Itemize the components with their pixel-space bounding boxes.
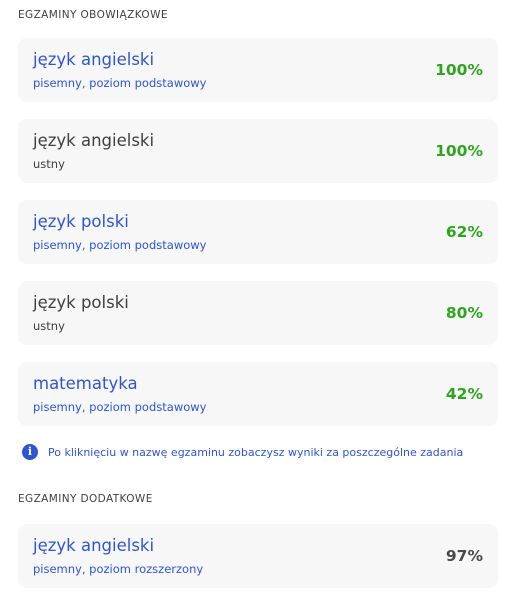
exam-name: język angielski xyxy=(33,131,155,150)
exam-card-polish-written[interactable]: język polski pisemny, poziom podstawowy … xyxy=(18,200,498,264)
exam-detail: pisemny, poziom podstawowy xyxy=(33,238,207,252)
exam-name-link[interactable]: język polski xyxy=(33,211,129,233)
additional-exams-heading: EGZAMINY DODATKOWE xyxy=(18,493,153,505)
exam-detail: pisemny, poziom podstawowy xyxy=(33,76,207,90)
exam-detail: ustny xyxy=(33,157,65,171)
exam-detail: pisemny, poziom rozszerzony xyxy=(33,562,204,576)
exam-card-math-written[interactable]: matematyka pisemny, poziom podstawowy 42… xyxy=(18,362,498,426)
info-icon: i xyxy=(22,444,38,460)
exam-card-english-extended[interactable]: język angielski pisemny, poziom rozszerz… xyxy=(18,524,498,588)
exam-card-english-oral: język angielski ustny 100% xyxy=(18,119,498,183)
exam-score: 62% xyxy=(445,223,483,241)
exam-detail: pisemny, poziom podstawowy xyxy=(33,400,207,414)
exam-score: 42% xyxy=(445,385,483,403)
info-text: Po kliknięciu w nazwę egzaminu zobaczysz… xyxy=(48,445,464,459)
exam-card-polish-oral: język polski ustny 80% xyxy=(18,281,498,345)
exam-score: 100% xyxy=(435,61,483,79)
info-note: i Po kliknięciu w nazwę egzaminu zobaczy… xyxy=(22,443,463,461)
exam-detail: ustny xyxy=(33,319,65,333)
exam-score: 100% xyxy=(435,142,483,160)
exam-name-link[interactable]: język angielski xyxy=(33,49,154,71)
exam-name-link[interactable]: język angielski xyxy=(33,535,154,557)
exam-card-english-written[interactable]: język angielski pisemny, poziom podstawo… xyxy=(18,38,498,102)
exam-score: 97% xyxy=(445,547,483,565)
exam-name-link[interactable]: matematyka xyxy=(33,373,138,395)
exam-score: 80% xyxy=(445,304,483,322)
exam-results-page: EGZAMINY OBOWIĄZKOWE język angielski pis… xyxy=(0,0,518,600)
mandatory-exams-heading: EGZAMINY OBOWIĄZKOWE xyxy=(18,9,168,21)
exam-name: język polski xyxy=(33,293,129,312)
